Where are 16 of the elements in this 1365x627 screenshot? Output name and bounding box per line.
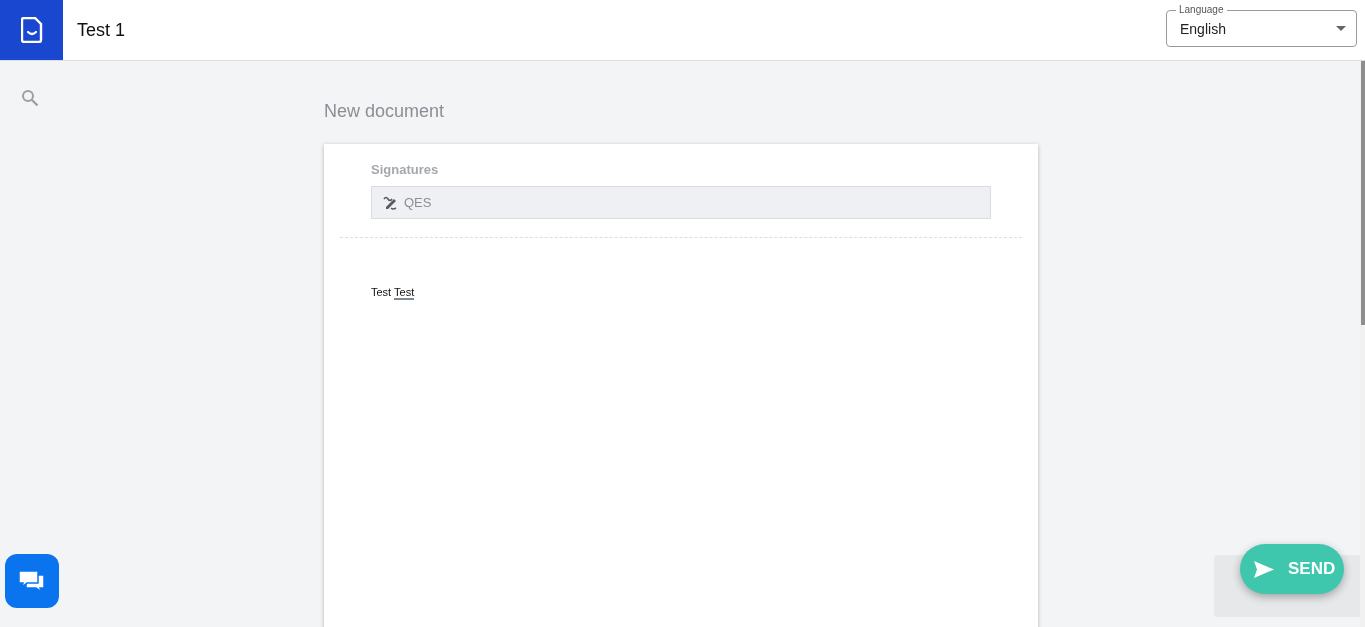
document-title: Test 1 [77, 19, 127, 41]
signature-field[interactable]: QES [371, 186, 991, 219]
send-button[interactable]: SEND [1240, 544, 1344, 594]
search-icon[interactable] [21, 89, 39, 107]
send-icon [1254, 560, 1274, 578]
chat-icon [18, 569, 46, 593]
language-select[interactable]: Language English [1166, 4, 1357, 47]
section-label: Signatures [371, 162, 440, 177]
app-logo[interactable] [0, 0, 63, 60]
pen-icon [383, 195, 398, 210]
caret-icon [1336, 26, 1346, 31]
document-text: Test Test [371, 286, 416, 298]
scrollbar-thumb[interactable] [1361, 61, 1365, 325]
chat-button[interactable] [5, 554, 59, 608]
page-title: New document [324, 101, 446, 122]
document-smile-icon [20, 17, 43, 43]
